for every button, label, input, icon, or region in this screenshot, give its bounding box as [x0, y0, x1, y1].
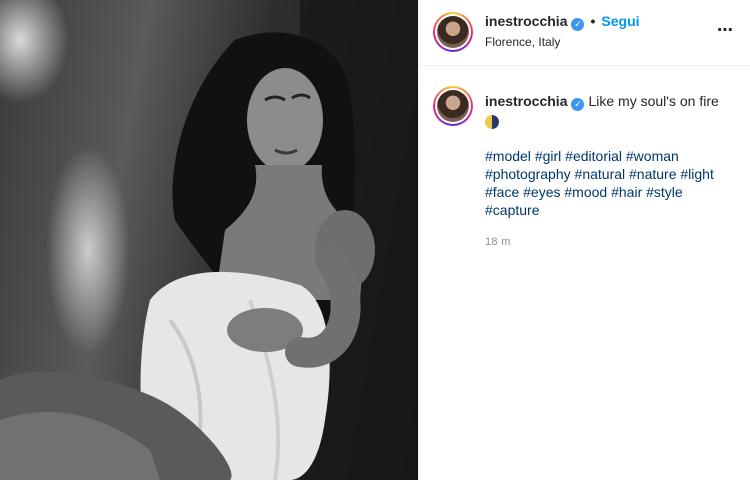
verified-badge-icon: ✓	[571, 98, 585, 111]
author-username[interactable]: inestrocchia	[485, 13, 567, 29]
follow-button[interactable]: Segui	[601, 13, 639, 29]
caption-author-avatar[interactable]	[433, 86, 473, 126]
hashtag-link[interactable]: #model	[485, 148, 531, 164]
author-avatar[interactable]	[433, 12, 473, 52]
instagram-post: inestrocchia ✓ • Segui Florence, Italy ⋯ in…	[0, 0, 750, 480]
hashtag-link[interactable]: #capture	[485, 202, 539, 218]
hashtag-link[interactable]: #eyes	[523, 184, 560, 200]
hashtag-link[interactable]: #nature	[629, 166, 676, 182]
post-timestamp[interactable]: 18 m	[485, 233, 735, 251]
photo-illustration	[0, 0, 418, 480]
verified-badge-icon: ✓	[571, 18, 585, 31]
hashtag-list: #model #girl #editorial #woman #photogra…	[485, 147, 735, 219]
more-options-icon[interactable]: ⋯	[717, 20, 734, 40]
moon-emoji-icon	[485, 115, 499, 129]
post-photo[interactable]	[0, 0, 418, 480]
post-location[interactable]: Florence, Italy	[485, 35, 560, 49]
hashtag-link[interactable]: #girl	[535, 148, 561, 164]
caption-message: Like my soul's on fire	[588, 93, 719, 109]
hashtag-link[interactable]: #photography	[485, 166, 571, 182]
post-header: inestrocchia ✓ • Segui Florence, Italy ⋯	[419, 0, 750, 66]
post-side-panel: inestrocchia ✓ • Segui Florence, Italy ⋯ in…	[418, 0, 750, 480]
hashtag-link[interactable]: #light	[680, 166, 713, 182]
hashtag-link[interactable]: #mood	[564, 184, 607, 200]
caption-text: inestrocchia ✓ Like my soul's on fire #mod…	[485, 92, 735, 251]
separator-dot: •	[590, 13, 596, 29]
caption-author-username[interactable]: inestrocchia	[485, 93, 567, 109]
hashtag-link[interactable]: #face	[485, 184, 519, 200]
hashtag-link[interactable]: #editorial	[565, 148, 622, 164]
hashtag-link[interactable]: #woman	[626, 148, 679, 164]
hashtag-link[interactable]: #natural	[575, 166, 626, 182]
author-name-row: inestrocchia ✓ • Segui	[485, 13, 640, 31]
hashtag-link[interactable]: #style	[646, 184, 683, 200]
hashtag-link[interactable]: #hair	[611, 184, 642, 200]
